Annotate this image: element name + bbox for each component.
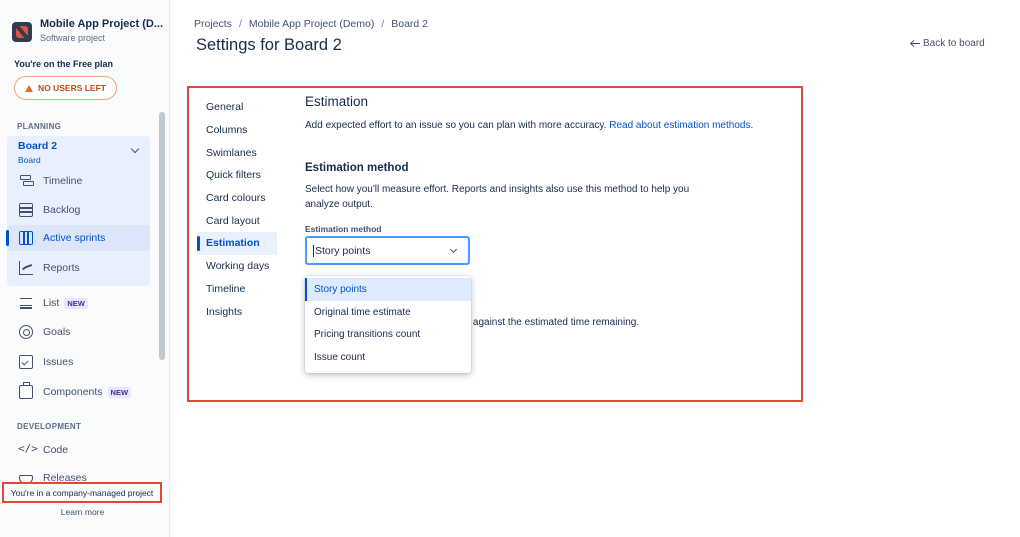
breadcrumb: Projects / Mobile App Project (Demo) / B…	[194, 18, 428, 30]
board-subtitle: Board	[18, 155, 41, 165]
sidebar-item-timeline[interactable]: Timeline	[7, 168, 150, 194]
estimation-method-heading: Estimation method	[305, 162, 409, 174]
settings-nav-estimation[interactable]: Estimation	[197, 232, 277, 255]
sidebar-scrollbar[interactable]	[159, 112, 165, 360]
back-to-board-button[interactable]: Back to board	[911, 38, 985, 49]
company-managed-notice: You're in a company-managed project	[2, 482, 162, 503]
project-type: Software project	[40, 33, 106, 43]
plan-text: You're on the Free plan	[14, 59, 113, 69]
sprints-icon	[19, 231, 33, 245]
sidebar-item-active-sprints[interactable]: Active sprints	[6, 225, 150, 251]
estimation-description-text: Add expected effort to an issue so you c…	[305, 120, 607, 131]
sidebar-item-label: Active sprints	[43, 232, 106, 244]
back-to-board-label: Back to board	[923, 38, 985, 49]
sidebar-item-label: Code	[43, 444, 69, 456]
reports-icon	[19, 261, 33, 275]
timeline-icon	[19, 174, 34, 188]
components-icon	[19, 382, 33, 399]
sidebar-item-label: Goals	[43, 326, 71, 338]
chevron-down-icon[interactable]	[130, 144, 140, 154]
planning-section-title: PLANNING	[17, 122, 62, 131]
estimation-methods-link[interactable]: Read about estimation methods	[609, 120, 750, 131]
breadcrumb-projects[interactable]: Projects	[194, 18, 232, 30]
project-name: Mobile App Project (D...	[40, 18, 164, 30]
breadcrumb-project[interactable]: Mobile App Project (Demo)	[249, 18, 374, 30]
settings-nav-card-colours[interactable]: Card colours	[197, 187, 277, 210]
list-icon	[19, 296, 33, 310]
estimation-heading: Estimation	[305, 94, 369, 109]
settings-nav-swimlanes[interactable]: Swimlanes	[197, 141, 277, 164]
sidebar-item-issues[interactable]: Issues	[7, 349, 150, 375]
sidebar-item-label: List	[43, 297, 60, 309]
estimation-method-select[interactable]: Story points	[305, 236, 470, 265]
estimation-method-description: Select how you'll measure effort. Report…	[305, 184, 690, 210]
goals-icon	[19, 325, 33, 339]
option-pricing-transitions-count[interactable]: Pricing transitions count	[305, 323, 471, 346]
arrow-left-icon	[911, 40, 920, 48]
estimation-method-value: Story points	[315, 244, 371, 257]
code-icon	[18, 442, 38, 457]
text-cursor	[313, 244, 314, 257]
no-users-left-button[interactable]: NO USERS LEFT	[14, 76, 117, 100]
sidebar-item-components[interactable]: Components NEW	[7, 379, 150, 405]
backlog-icon	[19, 203, 33, 217]
no-users-left-label: NO USERS LEFT	[37, 83, 106, 93]
settings-nav-card-layout[interactable]: Card layout	[197, 209, 277, 232]
sidebar-item-label: Issues	[43, 356, 74, 368]
breadcrumb-separator: /	[238, 18, 242, 30]
sidebar-item-label: Backlog	[43, 204, 81, 216]
sidebar-item-label: Reports	[43, 262, 80, 274]
option-issue-count[interactable]: Issue count	[305, 346, 471, 369]
settings-nav-timeline[interactable]: Timeline	[197, 278, 277, 301]
board-title[interactable]: Board 2	[18, 140, 57, 152]
estimation-description-period: .	[750, 120, 754, 131]
sidebar-item-label: Components	[43, 386, 103, 398]
estimation-method-field-label: Estimation method	[305, 224, 382, 234]
sidebar-item-list[interactable]: List NEW	[7, 290, 150, 316]
learn-more-link[interactable]: Learn more	[0, 507, 165, 517]
project-avatar-icon	[12, 22, 32, 42]
new-badge: NEW	[64, 297, 88, 309]
sidebar-item-code[interactable]: Code	[7, 437, 150, 463]
settings-panel: General Columns Swimlanes Quick filters …	[187, 86, 803, 402]
breadcrumb-board[interactable]: Board 2	[391, 18, 428, 30]
chevron-down-icon	[449, 245, 458, 254]
estimation-method-dropdown: Story points Original time estimate Pric…	[305, 276, 471, 373]
option-story-points[interactable]: Story points	[305, 278, 471, 301]
project-header[interactable]: Mobile App Project (D... Software projec…	[12, 18, 163, 43]
new-badge: NEW	[107, 386, 132, 398]
remaining-time-description: sue against the estimated time remaining…	[454, 317, 640, 328]
settings-nav-columns[interactable]: Columns	[197, 119, 277, 142]
issues-icon	[19, 355, 33, 369]
settings-nav-general[interactable]: General	[197, 96, 277, 119]
settings-nav-insights[interactable]: Insights	[197, 300, 277, 323]
settings-nav-working-days[interactable]: Working days	[197, 255, 277, 278]
sidebar-item-backlog[interactable]: Backlog	[7, 197, 150, 223]
settings-nav-quick-filters[interactable]: Quick filters	[197, 164, 277, 187]
settings-nav: General Columns Swimlanes Quick filters …	[197, 96, 277, 323]
sidebar: Mobile App Project (D... Software projec…	[0, 0, 170, 537]
sidebar-item-label: Timeline	[43, 175, 83, 187]
breadcrumb-separator: /	[381, 18, 385, 30]
sidebar-item-goals[interactable]: Goals	[7, 319, 150, 345]
estimation-description: Add expected effort to an issue so you c…	[305, 120, 753, 131]
page-title: Settings for Board 2	[196, 36, 342, 54]
development-section-title: DEVELOPMENT	[17, 422, 82, 431]
sidebar-item-reports[interactable]: Reports	[7, 255, 150, 281]
option-original-time-estimate[interactable]: Original time estimate	[305, 301, 471, 324]
warning-icon	[24, 84, 33, 92]
